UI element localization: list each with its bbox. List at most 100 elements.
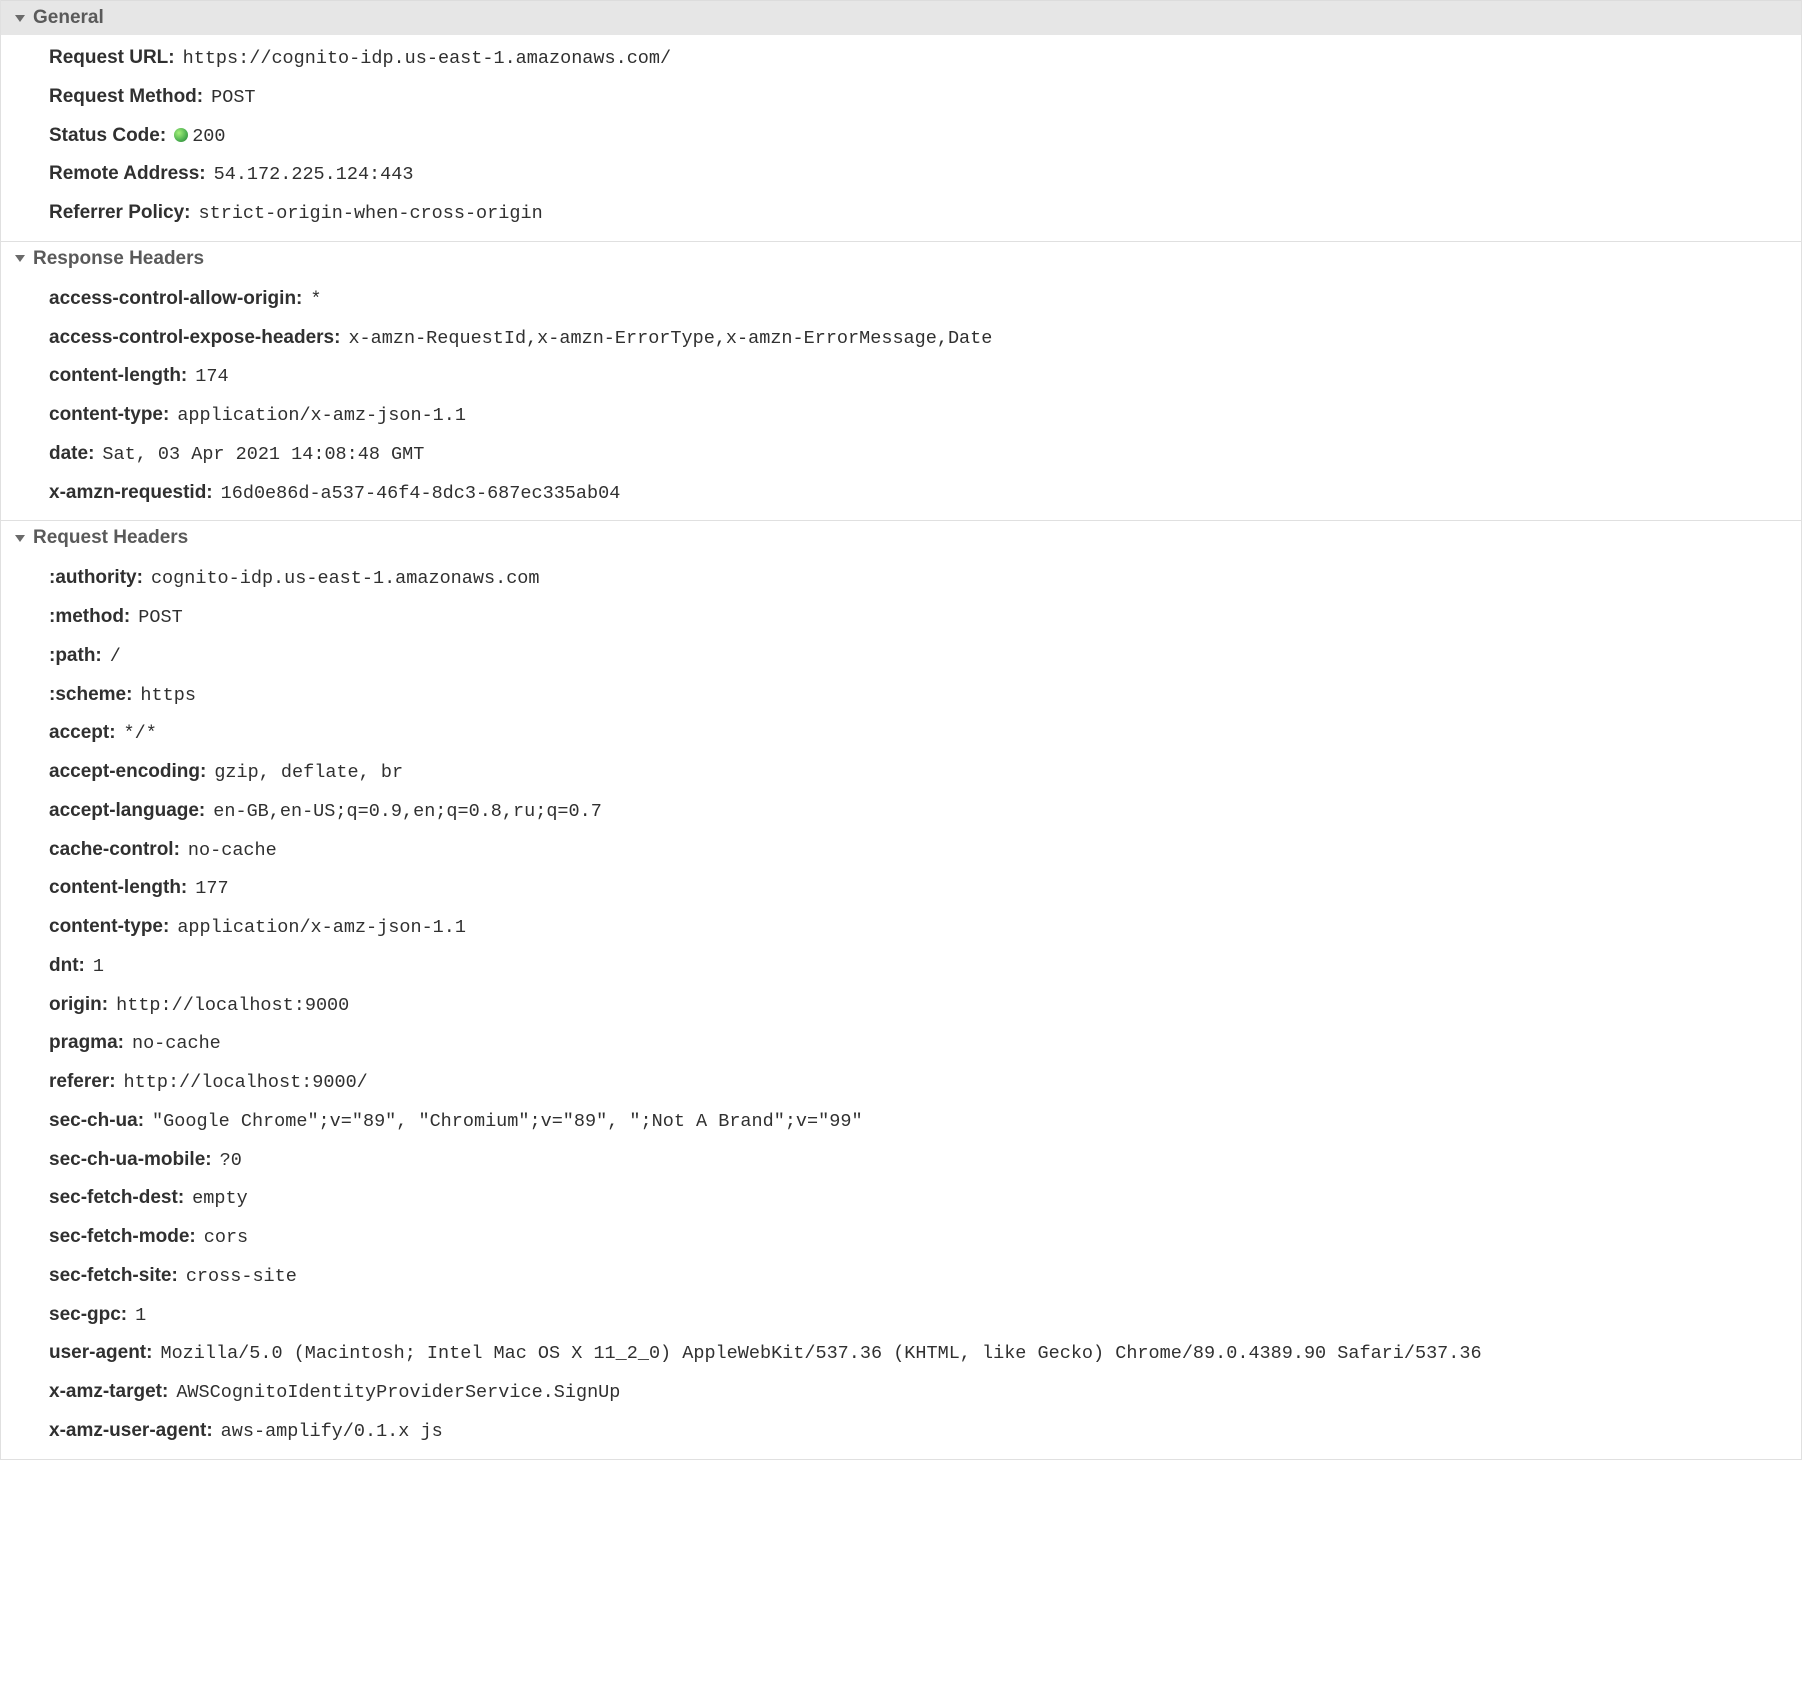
header-value: 1 (93, 953, 104, 981)
header-row: Remote Address: 54.172.225.124:443 (1, 155, 1801, 194)
response-headers-rows: access-control-allow-origin:*access-cont… (1, 276, 1801, 521)
header-key: x-amz-target: (49, 1378, 168, 1407)
header-row: referer: http://localhost:9000/ (1, 1063, 1801, 1102)
header-row: Referrer Policy:strict-origin-when-cross… (1, 194, 1801, 233)
header-value: 1 (135, 1302, 146, 1330)
header-key: Request Method: (49, 83, 203, 112)
header-row: sec-ch-ua-mobile:?0 (1, 1141, 1801, 1180)
header-value: http://localhost:9000 (116, 992, 349, 1020)
header-row: accept-language: en-GB,en-US;q=0.9,en;q=0… (1, 792, 1801, 831)
header-value: "Google Chrome";v="89", "Chromium";v="89… (152, 1108, 863, 1136)
header-row: origin: http://localhost:9000 (1, 986, 1801, 1025)
header-row: Status Code: 200 (1, 117, 1801, 156)
request-headers-section-header[interactable]: Request Headers (1, 521, 1801, 555)
header-row: access-control-expose-headers:x-amzn-Req… (1, 319, 1801, 358)
header-value: application/x-amz-json-1.1 (177, 402, 466, 430)
header-row: content-type:application/x-amz-json-1.1 (1, 908, 1801, 947)
header-row: x-amzn-requestid:16d0e86d-a537-46f4-8dc3… (1, 474, 1801, 513)
header-value: http://localhost:9000/ (124, 1069, 368, 1097)
header-key: access-control-expose-headers: (49, 324, 340, 353)
header-value: gzip, deflate, br (214, 759, 403, 787)
header-row: sec-fetch-dest: empty (1, 1179, 1801, 1218)
header-key: sec-ch-ua: (49, 1107, 144, 1136)
header-value: 177 (195, 875, 228, 903)
header-key: Request URL: (49, 44, 175, 73)
header-row: :scheme: https (1, 676, 1801, 715)
header-key: sec-fetch-site: (49, 1262, 178, 1291)
header-value: AWSCognitoIdentityProviderService.SignUp (176, 1379, 620, 1407)
general-section-header[interactable]: General (1, 0, 1801, 35)
header-value: Sat, 03 Apr 2021 14:08:48 GMT (102, 441, 424, 469)
header-value: no-cache (188, 837, 277, 865)
header-row: accept: */* (1, 714, 1801, 753)
header-row: pragma:no-cache (1, 1024, 1801, 1063)
header-value: 174 (195, 363, 228, 391)
header-key: :method: (49, 603, 130, 632)
header-row: content-type:application/x-amz-json-1.1 (1, 396, 1801, 435)
header-key: user-agent: (49, 1339, 152, 1368)
header-row: cache-control: no-cache (1, 831, 1801, 870)
header-key: origin: (49, 991, 108, 1020)
header-value: cognito-idp.us-east-1.amazonaws.com (151, 565, 540, 593)
header-key: x-amz-user-agent: (49, 1417, 213, 1446)
general-section-title: General (33, 7, 104, 29)
header-row: access-control-allow-origin: * (1, 280, 1801, 319)
header-key: accept: (49, 719, 116, 748)
header-key: accept-language: (49, 797, 205, 826)
header-value: aws-amplify/0.1.x js (221, 1418, 443, 1446)
header-value: */* (124, 720, 157, 748)
headers-panel: General Request URL:https://cognito-idp.… (0, 0, 1802, 1460)
response-headers-section-header[interactable]: Response Headers (1, 242, 1801, 276)
header-key: accept-encoding: (49, 758, 206, 787)
header-row: user-agent:Mozilla/5.0 (Macintosh; Intel… (1, 1334, 1801, 1373)
request-headers-rows: :authority: cognito-idp.us-east-1.amazona… (1, 555, 1801, 1458)
disclosure-triangle-icon (15, 535, 25, 542)
header-row: x-amz-target: AWSCognitoIdentityProviderS… (1, 1373, 1801, 1412)
header-row: Request Method: POST (1, 78, 1801, 117)
header-value: en-GB,en-US;q=0.9,en;q=0.8,ru;q=0.7 (213, 798, 602, 826)
header-key: content-length: (49, 362, 187, 391)
header-key: sec-fetch-dest: (49, 1184, 184, 1213)
header-key: :scheme: (49, 681, 132, 710)
request-headers-section: Request Headers :authority: cognito-idp.u… (1, 521, 1801, 1458)
header-value: 200 (174, 123, 225, 151)
header-row: x-amz-user-agent: aws-amplify/0.1.x js (1, 1412, 1801, 1451)
header-value: empty (192, 1185, 248, 1213)
header-value: 54.172.225.124:443 (214, 161, 414, 189)
response-headers-section-title: Response Headers (33, 248, 204, 270)
header-key: :path: (49, 642, 102, 671)
general-section: General Request URL:https://cognito-idp.… (1, 0, 1801, 242)
header-key: dnt: (49, 952, 85, 981)
header-value: cross-site (186, 1263, 297, 1291)
header-key: referer: (49, 1068, 116, 1097)
header-row: accept-encoding: gzip, deflate, br (1, 753, 1801, 792)
header-key: cache-control: (49, 836, 180, 865)
header-key: access-control-allow-origin: (49, 285, 302, 314)
header-value: POST (138, 604, 182, 632)
header-row: sec-fetch-site: cross-site (1, 1257, 1801, 1296)
header-row: :authority: cognito-idp.us-east-1.amazona… (1, 559, 1801, 598)
header-row: Request URL:https://cognito-idp.us-east-… (1, 39, 1801, 78)
status-success-icon (174, 128, 188, 142)
header-row: dnt: 1 (1, 947, 1801, 986)
general-rows: Request URL:https://cognito-idp.us-east-… (1, 35, 1801, 241)
header-row: content-length:177 (1, 869, 1801, 908)
header-value: / (110, 643, 121, 671)
header-value: POST (211, 84, 255, 112)
header-key: :authority: (49, 564, 143, 593)
header-value: https (140, 682, 196, 710)
disclosure-triangle-icon (15, 15, 25, 22)
header-key: pragma: (49, 1029, 124, 1058)
header-value: strict-origin-when-cross-origin (199, 200, 543, 228)
header-value: cors (204, 1224, 248, 1252)
header-key: Status Code: (49, 122, 166, 151)
disclosure-triangle-icon (15, 255, 25, 262)
header-row: sec-gpc:1 (1, 1296, 1801, 1335)
header-value: ?0 (220, 1147, 242, 1175)
header-value: application/x-amz-json-1.1 (177, 914, 466, 942)
header-key: Remote Address: (49, 160, 206, 189)
header-value: * (310, 286, 321, 314)
response-headers-section: Response Headers access-control-allow-or… (1, 242, 1801, 522)
header-key: date: (49, 440, 94, 469)
request-headers-section-title: Request Headers (33, 527, 188, 549)
